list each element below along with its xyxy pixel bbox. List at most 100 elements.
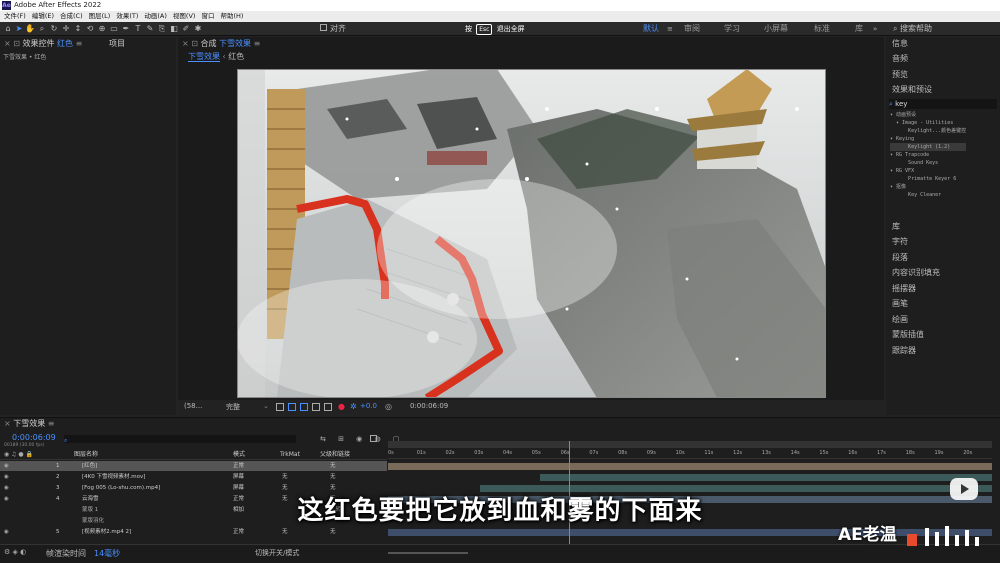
lock-icon[interactable]: ⊡ bbox=[13, 39, 20, 48]
panel-menu-icon[interactable]: ≡ bbox=[254, 39, 261, 48]
panel-tracker[interactable]: 跟踪器 bbox=[892, 343, 916, 358]
workspace-review[interactable]: 审阅 bbox=[684, 23, 700, 35]
mask-tool-icon[interactable]: ▭ bbox=[109, 24, 119, 34]
quality-dropdown[interactable]: 完整 bbox=[226, 402, 240, 412]
anchor-tool-icon[interactable]: ⊕ bbox=[97, 24, 107, 34]
tree-item[interactable]: Primatte Keyer 6 bbox=[890, 175, 966, 183]
layer-row[interactable]: ◉ 1 [红色] 正常 无 bbox=[0, 461, 387, 471]
hand-tool-icon[interactable]: ✋ bbox=[25, 24, 35, 34]
menu-file[interactable]: 文件(F) bbox=[4, 11, 26, 22]
composition-tab[interactable]: × ⊡ 合成 下雪效果 ≡ bbox=[182, 38, 260, 50]
panel-preview[interactable]: 预览 bbox=[892, 67, 908, 82]
visibility-eye-icon[interactable]: ◉ bbox=[4, 527, 9, 537]
panel-audio[interactable]: 音频 bbox=[892, 51, 908, 66]
close-icon[interactable]: × bbox=[182, 39, 189, 48]
tree-item[interactable]: Sound Keys bbox=[890, 159, 966, 167]
visibility-eye-icon[interactable]: ◉ bbox=[4, 461, 9, 471]
tree-item[interactable]: ▾ Image - Utilities bbox=[890, 119, 966, 127]
column-parent[interactable]: 父级和链接 bbox=[320, 450, 350, 460]
tree-item[interactable]: ▾ RG VFX bbox=[890, 167, 966, 175]
panel-paint[interactable]: 绘画 bbox=[892, 312, 908, 327]
orbit-tool-icon[interactable]: ↻ bbox=[49, 24, 59, 34]
effects-search-input[interactable]: ⌕ key bbox=[889, 99, 997, 109]
workspace-more-icon[interactable]: » bbox=[873, 25, 877, 33]
align-checkbox[interactable] bbox=[320, 24, 327, 31]
menu-window[interactable]: 窗口 bbox=[201, 11, 214, 22]
panel-character[interactable]: 字符 bbox=[892, 234, 908, 249]
workspace-library[interactable]: 库 bbox=[855, 23, 863, 35]
tree-item[interactable]: Keylight...颜色差键控 bbox=[890, 127, 966, 135]
close-icon[interactable]: × bbox=[4, 39, 11, 48]
menu-edit[interactable]: 编辑(E) bbox=[32, 11, 54, 22]
eraser-tool-icon[interactable]: ◧ bbox=[169, 24, 179, 34]
footer-icons[interactable]: ⚙ ◈ ◐ bbox=[4, 548, 26, 556]
workspace-menu-icon[interactable]: ≡ bbox=[667, 25, 673, 33]
menu-help[interactable]: 帮助(H) bbox=[220, 11, 243, 22]
layer-row[interactable]: ◉ 2 [4K0 下雪视频素材.mov] 屏幕 无 无 bbox=[0, 472, 387, 482]
work-area-bar[interactable] bbox=[388, 441, 992, 448]
panel-paragraph[interactable]: 段落 bbox=[892, 250, 908, 265]
tree-item[interactable]: Key Cleaner bbox=[890, 191, 966, 199]
selection-tool-icon[interactable]: ➤ bbox=[14, 24, 24, 34]
menu-effect[interactable]: 效果(T) bbox=[116, 11, 138, 22]
tree-item[interactable]: ▾ RG Trapcode bbox=[890, 151, 966, 159]
breadcrumb-layer[interactable]: 红色 bbox=[228, 52, 244, 61]
chevron-down-icon[interactable]: ⌄ bbox=[263, 402, 269, 410]
layer-duration-bar[interactable] bbox=[388, 463, 992, 470]
toggle-switches-modes[interactable]: 切换开关/模式 bbox=[255, 548, 299, 558]
panel-menu-icon[interactable]: ≡ bbox=[76, 39, 83, 48]
menu-view[interactable]: 视图(V) bbox=[173, 11, 196, 22]
panel-content-aware-fill[interactable]: 内容识别填充 bbox=[892, 265, 940, 280]
panel-effects-presets[interactable]: 效果和预设 bbox=[892, 82, 932, 97]
workspace-default[interactable]: 默认 bbox=[643, 23, 659, 35]
pen-tool-icon[interactable]: ✒ bbox=[121, 24, 131, 34]
close-icon[interactable]: × bbox=[4, 419, 11, 428]
composition-viewer[interactable] bbox=[237, 69, 826, 398]
panel-mask-interpolation[interactable]: 蒙版插值 bbox=[892, 327, 924, 342]
tree-item[interactable]: ▾ Keying bbox=[890, 135, 966, 143]
workspace-standard[interactable]: 标准 bbox=[814, 23, 830, 35]
clone-tool-icon[interactable]: ⎘ bbox=[157, 24, 167, 34]
column-layer-name[interactable]: 图层名称 bbox=[74, 450, 98, 460]
viewer-timecode[interactable]: 0:00:06:09 bbox=[410, 402, 448, 410]
transparency-grid-icon[interactable] bbox=[300, 403, 308, 411]
puppet-tool-icon[interactable]: ✱ bbox=[193, 24, 203, 34]
tree-item-selected[interactable]: Keylight (1.2) bbox=[890, 143, 967, 151]
visibility-eye-icon[interactable]: ◉ bbox=[4, 472, 9, 482]
layer-duration-bar[interactable] bbox=[388, 529, 992, 536]
graph-editor-icon[interactable] bbox=[370, 435, 377, 442]
column-trkmat[interactable]: TrkMat bbox=[280, 450, 300, 460]
zoom-slider[interactable] bbox=[388, 552, 468, 554]
rotate-tool-icon[interactable]: ⟲ bbox=[85, 24, 95, 34]
layer-search-input[interactable]: ⌕ bbox=[64, 435, 296, 444]
zoom-dropdown[interactable]: (58... bbox=[184, 402, 202, 410]
menu-composition[interactable]: 合成(C) bbox=[60, 11, 83, 22]
timeline-tab[interactable]: × 下雪效果 ≡ bbox=[4, 418, 55, 430]
time-ruler[interactable]: 0s 01s 02s 03s 04s 05s 06s 07s 08s 09s 10s 11s 12s 13… bbox=[388, 449, 992, 459]
region-of-interest-icon[interactable] bbox=[312, 403, 320, 411]
lock-icon[interactable]: ⊡ bbox=[191, 39, 198, 48]
tree-item[interactable]: ▾ 动画预设 bbox=[890, 111, 966, 119]
roto-tool-icon[interactable]: ✐ bbox=[181, 24, 191, 34]
dolly-tool-icon[interactable]: ↕ bbox=[73, 24, 83, 34]
panel-menu-icon[interactable]: ≡ bbox=[48, 419, 55, 428]
home-icon[interactable]: ⌂ bbox=[3, 24, 13, 34]
text-tool-icon[interactable]: T bbox=[133, 24, 143, 34]
exposure-value[interactable]: +0.0 bbox=[360, 402, 377, 410]
panel-brushes[interactable]: 画笔 bbox=[892, 296, 908, 311]
toggle-icon[interactable] bbox=[324, 403, 332, 411]
panel-info[interactable]: 信息 bbox=[892, 36, 908, 51]
panel-wiggler[interactable]: 摇摆器 bbox=[892, 281, 916, 296]
workspace-small-screen[interactable]: 小屏幕 bbox=[764, 23, 788, 35]
grid-icon[interactable] bbox=[276, 403, 284, 411]
workspace-learn[interactable]: 学习 bbox=[724, 23, 740, 35]
snapshot-icon[interactable]: ◎ bbox=[385, 402, 392, 411]
menu-layer[interactable]: 图层(L) bbox=[89, 11, 111, 22]
layer-row[interactable]: ◉ 5 [视频素材2.mp4 2] 正常 无 无 bbox=[0, 527, 387, 537]
panel-libraries[interactable]: 库 bbox=[892, 219, 900, 234]
column-mode[interactable]: 模式 bbox=[233, 450, 245, 460]
timeline-timecode[interactable]: 0:00:06:09 bbox=[12, 433, 56, 442]
breadcrumb-comp[interactable]: 下雪效果 bbox=[188, 52, 220, 62]
color-channel-icon[interactable]: ● bbox=[338, 402, 345, 411]
brush-tool-icon[interactable]: ✎ bbox=[145, 24, 155, 34]
